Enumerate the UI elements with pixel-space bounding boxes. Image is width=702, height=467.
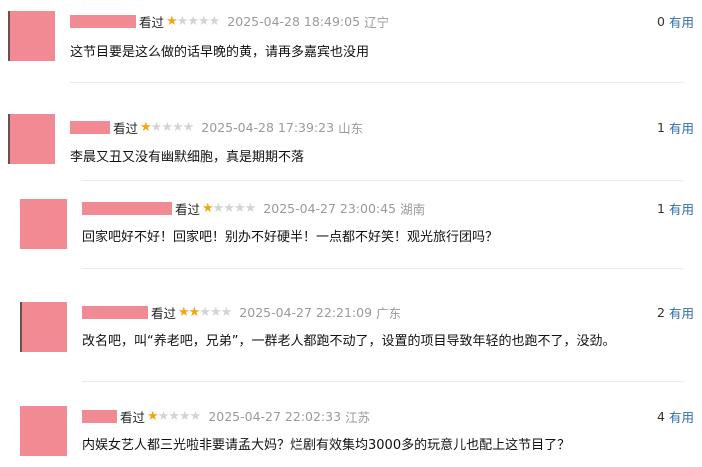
star-filled-icon: ★ [188,304,201,320]
comment-meta: 看过 ★ ★ ★ ★ ★ 2025-04-27 23:00:45 湖南 [82,199,425,217]
username-redacted[interactable] [70,120,110,134]
star-empty-icon: ★ [161,119,173,135]
comment-text: 回家吧好不好！回家吧！别办不好硬半！一点都不好笑！观光旅行团吗？ [82,230,499,245]
comment-meta: 看过 ★ ★ ★ ★ ★ 2025-04-27 22:02:33 江苏 [82,407,370,425]
star-empty-icon: ★ [178,408,191,424]
comment-meta: 看过 ★ ★ ★ ★ ★ 2025-04-28 17:39:23 山东 [70,118,363,136]
username-redacted[interactable] [82,201,172,215]
useful-count: 4 [657,408,665,424]
username-redacted[interactable] [82,409,117,423]
divider [82,268,684,269]
useful-button[interactable]: 有用 [669,199,694,218]
comment-region: 辽宁 [364,14,390,30]
star-empty-icon: ★ [220,304,233,320]
avatar[interactable] [8,114,55,164]
star-filled-icon: ★ [202,200,214,216]
star-empty-icon: ★ [189,408,202,424]
comment-time: 2025-04-27 23:00:45 [263,200,397,216]
comment-list: 看过 ★ ★ ★ ★ ★ 2025-04-28 18:49:05 辽宁 0 有用 这节目… [0,0,702,467]
star-empty-icon: ★ [182,119,195,135]
rating-stars: ★ ★ ★ ★ ★ [140,119,195,135]
star-empty-icon: ★ [187,13,199,29]
comment-time: 2025-04-28 17:39:23 [201,119,335,135]
useful-votes: 1 有用 [657,118,694,136]
useful-button[interactable]: 有用 [669,118,694,137]
avatar[interactable] [8,11,55,61]
useful-count: 1 [657,200,665,216]
star-empty-icon: ★ [208,13,221,29]
watched-label: 看过 [120,409,146,425]
star-empty-icon: ★ [168,408,180,424]
star-empty-icon: ★ [150,119,163,135]
useful-count: 0 [657,13,665,29]
star-filled-icon: ★ [178,304,190,320]
star-filled-icon: ★ [166,13,178,29]
comment-region: 江苏 [345,409,371,425]
username-redacted[interactable] [82,305,148,319]
useful-votes: 4 有用 [657,407,694,425]
username-redacted[interactable] [70,14,136,28]
divider [82,381,684,382]
star-empty-icon: ★ [223,200,235,216]
comment-text: 李晨又丑又没有幽默细胞，真是期期不落 [70,150,305,165]
useful-votes: 0 有用 [657,12,694,30]
avatar[interactable] [20,199,67,249]
star-filled-icon: ★ [147,408,159,424]
comment-region: 广东 [376,305,402,321]
watched-label: 看过 [113,120,139,136]
rating-stars: ★ ★ ★ ★ ★ [166,13,221,29]
comment-text: 改名吧，叫“养老吧，兄弟”，一群老人都跑不动了，设置的项目导致年轻的也跑不了，没… [82,334,616,349]
useful-button[interactable]: 有用 [669,303,694,322]
star-filled-icon: ★ [140,119,152,135]
comment-region: 山东 [338,120,364,136]
rating-stars: ★ ★ ★ ★ ★ [147,408,202,424]
watched-label: 看过 [151,305,177,321]
star-empty-icon: ★ [171,119,184,135]
divider [70,82,684,83]
avatar[interactable] [20,406,67,456]
comment-text: 内娱女艺人都三光啦非要请孟大妈？烂剧有效集均3000多的玩意儿也配上这节目了？ [82,438,571,453]
watched-label: 看过 [175,201,201,217]
star-empty-icon: ★ [176,13,189,29]
star-empty-icon: ★ [244,200,257,216]
avatar[interactable] [20,302,67,352]
comment-meta: 看过 ★ ★ ★ ★ ★ 2025-04-28 18:49:05 辽宁 [70,12,389,30]
useful-votes: 2 有用 [657,303,694,321]
rating-stars: ★ ★ ★ ★ ★ [178,304,233,320]
comment-region: 湖南 [400,201,426,217]
rating-stars: ★ ★ ★ ★ ★ [202,200,257,216]
star-empty-icon: ★ [157,408,170,424]
comment-meta: 看过 ★ ★ ★ ★ ★ 2025-04-27 22:21:09 广东 [82,303,401,321]
star-empty-icon: ★ [199,304,211,320]
star-empty-icon: ★ [209,304,222,320]
useful-votes: 1 有用 [657,199,694,217]
star-empty-icon: ★ [197,13,210,29]
comment-time: 2025-04-27 22:02:33 [208,408,342,424]
watched-label: 看过 [139,14,165,30]
useful-button[interactable]: 有用 [669,12,694,31]
useful-button[interactable]: 有用 [669,407,694,426]
useful-count: 2 [657,304,665,320]
star-empty-icon: ★ [212,200,225,216]
comment-time: 2025-04-27 22:21:09 [239,304,373,320]
divider [82,180,684,181]
comment-text: 这节目要是这么做的话早晚的黄，请再多嘉宾也没用 [70,45,370,60]
useful-count: 1 [657,119,665,135]
star-empty-icon: ★ [233,200,246,216]
comment-time: 2025-04-28 18:49:05 [227,13,361,29]
